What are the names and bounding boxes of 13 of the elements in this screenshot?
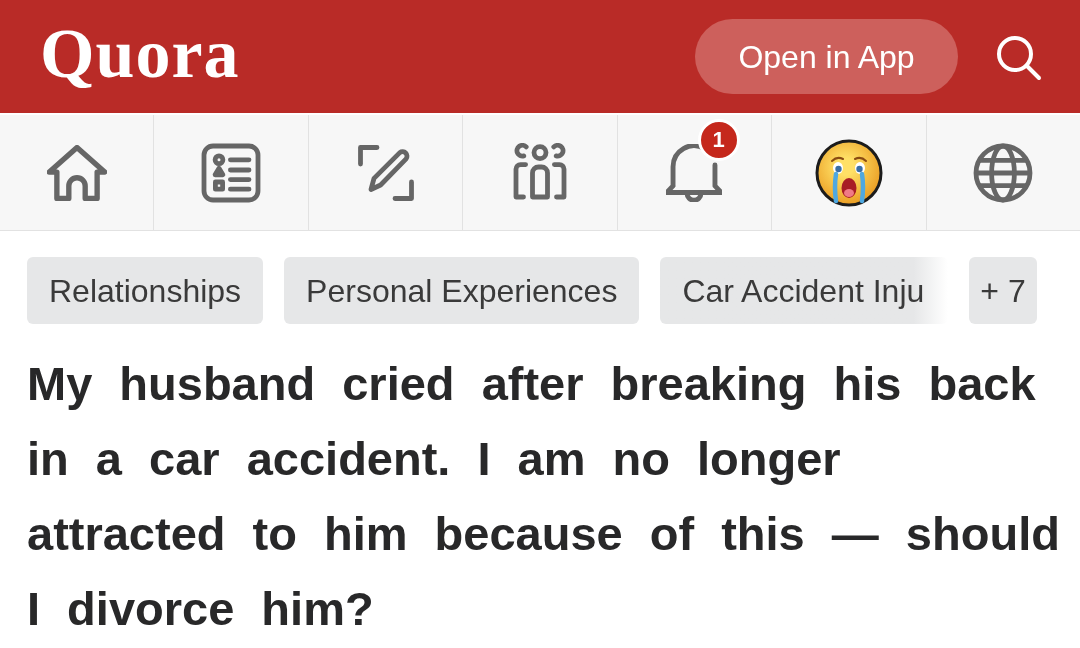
notification-badge: 1 (697, 119, 740, 161)
globe-icon (973, 142, 1034, 203)
more-topics-chip[interactable]: + 7 (969, 257, 1037, 324)
logo[interactable]: Quora (40, 18, 240, 95)
open-in-app-button[interactable]: Open in App (695, 19, 958, 94)
topic-chip[interactable]: Relationships (27, 257, 264, 324)
nav-tab[interactable]: 1 (617, 115, 773, 230)
question-title: My husband cried after breaking his back in a car accident. I am no longer attracted to him because of this — should I divorce him? (27, 356, 1061, 637)
edit-icon (355, 142, 416, 203)
crying-emoji-icon (814, 138, 883, 207)
list-icon (201, 142, 262, 203)
topic-chip[interactable]: Personal Experiences (284, 257, 640, 324)
home-icon (46, 144, 107, 201)
